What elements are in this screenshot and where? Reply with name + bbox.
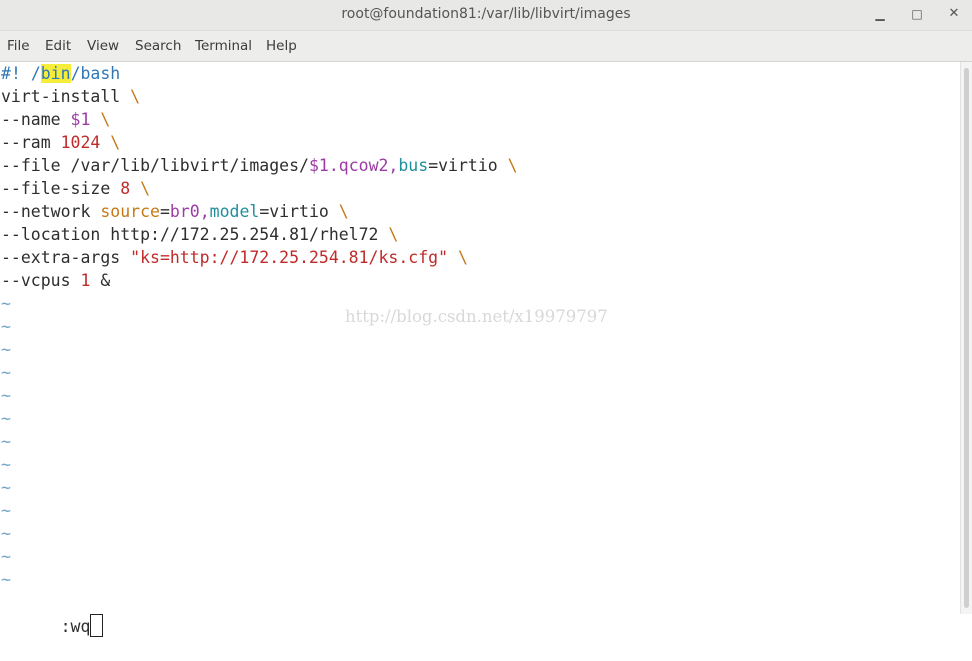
code-line: --file /var/lib/libvirt/images/$1.qcow2,… bbox=[1, 154, 518, 177]
code-token: & bbox=[90, 271, 111, 290]
empty-line-tilde: ~ bbox=[1, 547, 11, 566]
code-token: \ bbox=[100, 110, 111, 129]
menu-view[interactable]: View bbox=[87, 31, 119, 61]
close-icon[interactable]: ✕ bbox=[943, 4, 965, 24]
code-token: / bbox=[30, 64, 41, 83]
minimize-icon[interactable]: ▁ bbox=[869, 4, 891, 24]
code-token: $1 bbox=[70, 110, 91, 129]
code-line: --name $1 \ bbox=[1, 108, 110, 131]
code-token: --ram bbox=[1, 133, 61, 152]
code-token: \ bbox=[388, 225, 399, 244]
code-token: source bbox=[100, 202, 160, 221]
scrollbar-thumb[interactable] bbox=[964, 68, 969, 608]
empty-line-tilde: ~ bbox=[1, 294, 11, 313]
code-token: --name bbox=[1, 110, 71, 129]
menu-search[interactable]: Search bbox=[135, 31, 181, 61]
command-text: :wq bbox=[60, 617, 91, 636]
empty-line-tilde: ~ bbox=[1, 455, 11, 474]
empty-line-tilde: ~ bbox=[1, 340, 11, 359]
empty-line-tilde: ~ bbox=[1, 570, 11, 589]
empty-line-tilde: ~ bbox=[1, 363, 11, 382]
code-token: ! bbox=[10, 64, 31, 83]
empty-line-tilde: ~ bbox=[1, 432, 11, 451]
empty-line-tilde: ~ bbox=[1, 524, 11, 543]
watermark: http://blog.csdn.net/x19979797 bbox=[345, 307, 608, 326]
code-token: br0, bbox=[169, 202, 210, 221]
code-line: --network source=br0,model=virtio \ bbox=[1, 200, 349, 223]
code-token: "ks=http://172.25.254.81/ks.cfg" bbox=[130, 248, 449, 267]
code-token: 8 bbox=[120, 179, 131, 198]
code-token: 1 bbox=[80, 271, 91, 290]
scrollbar[interactable] bbox=[960, 62, 972, 614]
code-line: --extra-args "ks=http://172.25.254.81/ks… bbox=[1, 246, 468, 269]
text-cursor bbox=[90, 614, 104, 637]
code-token: .qcow2, bbox=[328, 156, 399, 175]
code-token: /bash bbox=[70, 64, 121, 83]
code-token: virt-install bbox=[1, 87, 131, 106]
code-line: virt-install \ bbox=[1, 85, 140, 108]
empty-line-tilde: ~ bbox=[1, 478, 11, 497]
code-token: \ bbox=[140, 179, 151, 198]
code-token: bin bbox=[40, 64, 71, 83]
code-token: --location http://172.25.254.81/rhel72 bbox=[1, 225, 389, 244]
empty-line-tilde: ~ bbox=[1, 501, 11, 520]
code-token: --extra-args bbox=[1, 248, 131, 267]
code-token: =virtio bbox=[428, 156, 508, 175]
code-token: \ bbox=[110, 133, 121, 152]
empty-line-tilde: ~ bbox=[1, 317, 11, 336]
code-token: \ bbox=[457, 248, 468, 267]
code-token: # bbox=[1, 64, 11, 83]
code-token: bus bbox=[398, 156, 429, 175]
code-line: --ram 1024 \ bbox=[1, 131, 120, 154]
code-token: =virtio bbox=[259, 202, 339, 221]
empty-line-tilde: ~ bbox=[1, 409, 11, 428]
title-bar[interactable]: root@foundation81:/var/lib/libvirt/image… bbox=[0, 0, 972, 31]
vim-command-line[interactable]: :wq bbox=[1, 591, 104, 637]
menu-terminal[interactable]: Terminal bbox=[195, 31, 252, 61]
code-token: model bbox=[209, 202, 260, 221]
menu-file[interactable]: File bbox=[7, 31, 30, 61]
code-line: --vcpus 1 & bbox=[1, 269, 110, 292]
code-line: --location http://172.25.254.81/rhel72 \ bbox=[1, 223, 398, 246]
code-token: --file /var/lib/libvirt/images/ bbox=[1, 156, 309, 175]
menu-help[interactable]: Help bbox=[266, 31, 297, 61]
code-line: #! /bin/bash bbox=[1, 62, 120, 85]
code-token: $1 bbox=[308, 156, 329, 175]
code-token: \ bbox=[507, 156, 518, 175]
code-token: --network bbox=[1, 202, 101, 221]
terminal-content[interactable]: http://blog.csdn.net/x19979797 #! /bin/b… bbox=[0, 62, 960, 637]
terminal-window: root@foundation81:/var/lib/libvirt/image… bbox=[0, 0, 972, 637]
window-title: root@foundation81:/var/lib/libvirt/image… bbox=[341, 6, 631, 22]
code-token: --file-size bbox=[1, 179, 121, 198]
empty-line-tilde: ~ bbox=[1, 386, 11, 405]
code-token: \ bbox=[130, 87, 141, 106]
code-token: = bbox=[159, 202, 170, 221]
menu-edit[interactable]: Edit bbox=[45, 31, 71, 61]
code-token: 1024 bbox=[60, 133, 101, 152]
code-token: --vcpus bbox=[1, 271, 81, 290]
maximize-icon[interactable]: □ bbox=[906, 4, 928, 24]
menu-bar: File Edit View Search Terminal Help bbox=[0, 31, 972, 62]
code-line: --file-size 8 \ bbox=[1, 177, 150, 200]
code-token: \ bbox=[338, 202, 349, 221]
